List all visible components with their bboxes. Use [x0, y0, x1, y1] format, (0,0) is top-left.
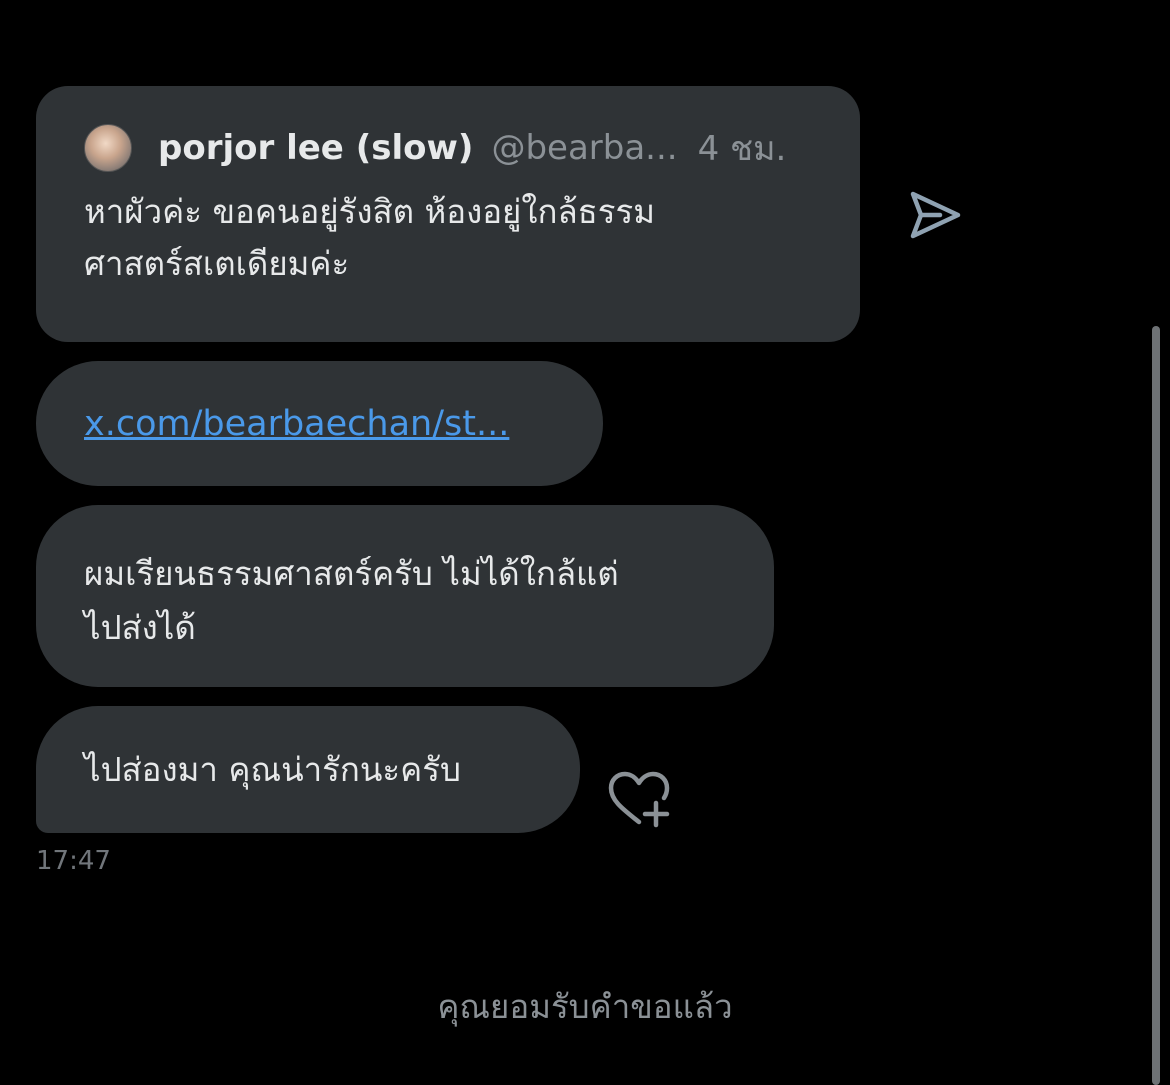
- message-bubble[interactable]: ผมเรียนธรรมศาสตร์ครับ ไม่ได้ใกล้แต่ ไปส่…: [36, 505, 774, 687]
- message-timestamp: 17:47: [36, 846, 111, 876]
- post-time: 4 ชม.: [697, 129, 787, 169]
- heart-plus-icon[interactable]: [606, 770, 672, 828]
- quoted-post-text: หาผัวค่ะ ขอคนอยู่รังสิต ห้องอยู่ใกล้ธรรม…: [84, 186, 812, 290]
- author-name: porjor lee (slow): [158, 128, 474, 168]
- quoted-post-card[interactable]: porjor lee (slow) @bearba... 4 ชม. หาผัว…: [36, 86, 860, 342]
- message-text-line: ไปส่งได้: [84, 608, 196, 647]
- link-message: x.com/bearbaechan/st...: [36, 361, 603, 486]
- quoted-post-header: porjor lee (slow) @bearba... 4 ชม.: [84, 122, 812, 174]
- message-text: ไปส่องมา คุณน่ารักนะครับ: [84, 750, 461, 789]
- link-url[interactable]: x.com/bearbaechan/st...: [84, 404, 509, 444]
- quoted-post-text-line: ศาสตร์สเตเดียมค่ะ: [84, 244, 350, 283]
- request-accepted-status: คุณยอมรับคำขอแล้ว: [437, 987, 733, 1026]
- message-bubble[interactable]: ไปส่องมา คุณน่ารักนะครับ: [36, 706, 580, 833]
- share-icon[interactable]: [908, 190, 962, 240]
- scrollbar[interactable]: [1152, 326, 1160, 1085]
- avatar[interactable]: [84, 124, 132, 172]
- message-text-line: ผมเรียนธรรมศาสตร์ครับ ไม่ได้ใกล้แต่: [84, 554, 619, 593]
- quoted-post-text-line: หาผัวค่ะ ขอคนอยู่รังสิต ห้องอยู่ใกล้ธรรม: [84, 192, 656, 231]
- author-handle: @bearba...: [491, 128, 678, 168]
